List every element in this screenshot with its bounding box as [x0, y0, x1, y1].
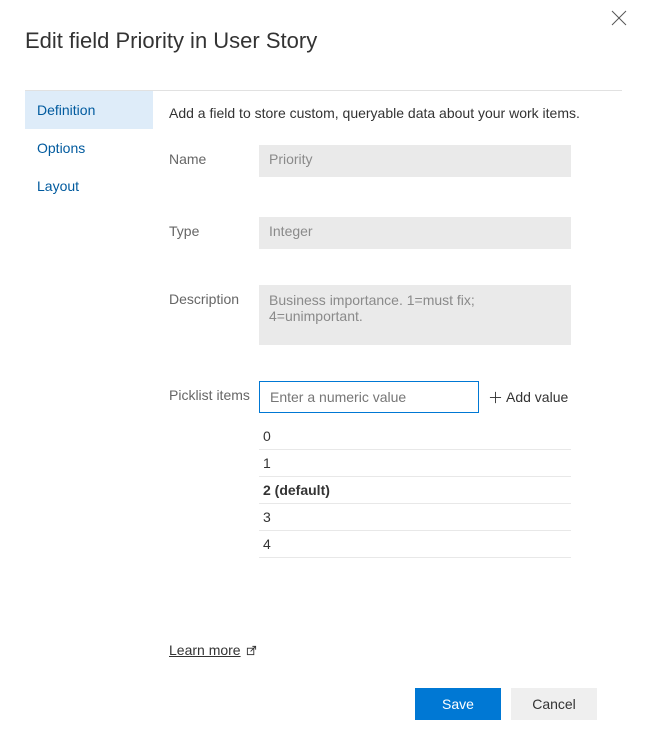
save-button[interactable]: Save — [415, 688, 501, 720]
name-row: Name Priority — [169, 145, 622, 177]
add-value-button[interactable]: Add value — [489, 381, 568, 413]
add-value-label: Add value — [506, 389, 568, 405]
tab-layout[interactable]: Layout — [25, 167, 153, 205]
close-icon[interactable] — [611, 10, 627, 26]
type-field: Integer — [259, 217, 571, 249]
edit-field-dialog: Edit field Priority in User Story Defini… — [0, 0, 647, 742]
picklist-item-default[interactable]: 2 (default) — [259, 477, 571, 504]
picklist-items: 0 1 2 (default) 3 4 — [259, 423, 571, 558]
picklist-item[interactable]: 1 — [259, 450, 571, 477]
learn-more-label: Learn more — [169, 642, 241, 658]
cancel-button[interactable]: Cancel — [511, 688, 597, 720]
description-label: Description — [169, 285, 259, 345]
content-row: Definition Options Layout Add a field to… — [25, 90, 622, 674]
picklist-item[interactable]: 3 — [259, 504, 571, 531]
type-label: Type — [169, 217, 259, 249]
sidebar: Definition Options Layout — [25, 91, 153, 674]
main-panel: Add a field to store custom, queryable d… — [153, 91, 622, 674]
name-label: Name — [169, 145, 259, 177]
name-field: Priority — [259, 145, 571, 177]
spacer — [169, 558, 622, 642]
description-row: Description Business importance. 1=must … — [169, 285, 622, 345]
description-field: Business importance. 1=must fix; 4=unimp… — [259, 285, 571, 345]
picklist-input[interactable] — [259, 381, 479, 413]
intro-text: Add a field to store custom, queryable d… — [169, 105, 622, 121]
type-row: Type Integer — [169, 217, 622, 249]
picklist-row: Picklist items Add value — [169, 381, 622, 413]
external-link-icon — [246, 645, 257, 656]
picklist-item[interactable]: 4 — [259, 531, 571, 558]
dialog-title: Edit field Priority in User Story — [25, 28, 622, 54]
plus-icon — [489, 391, 502, 404]
picklist-controls: Add value — [259, 381, 568, 413]
picklist-item[interactable]: 0 — [259, 423, 571, 450]
dialog-footer: Save Cancel — [25, 674, 622, 742]
tab-options[interactable]: Options — [25, 129, 153, 167]
tab-definition[interactable]: Definition — [25, 91, 153, 129]
picklist-label: Picklist items — [169, 381, 259, 413]
learn-more-link[interactable]: Learn more — [169, 642, 622, 658]
